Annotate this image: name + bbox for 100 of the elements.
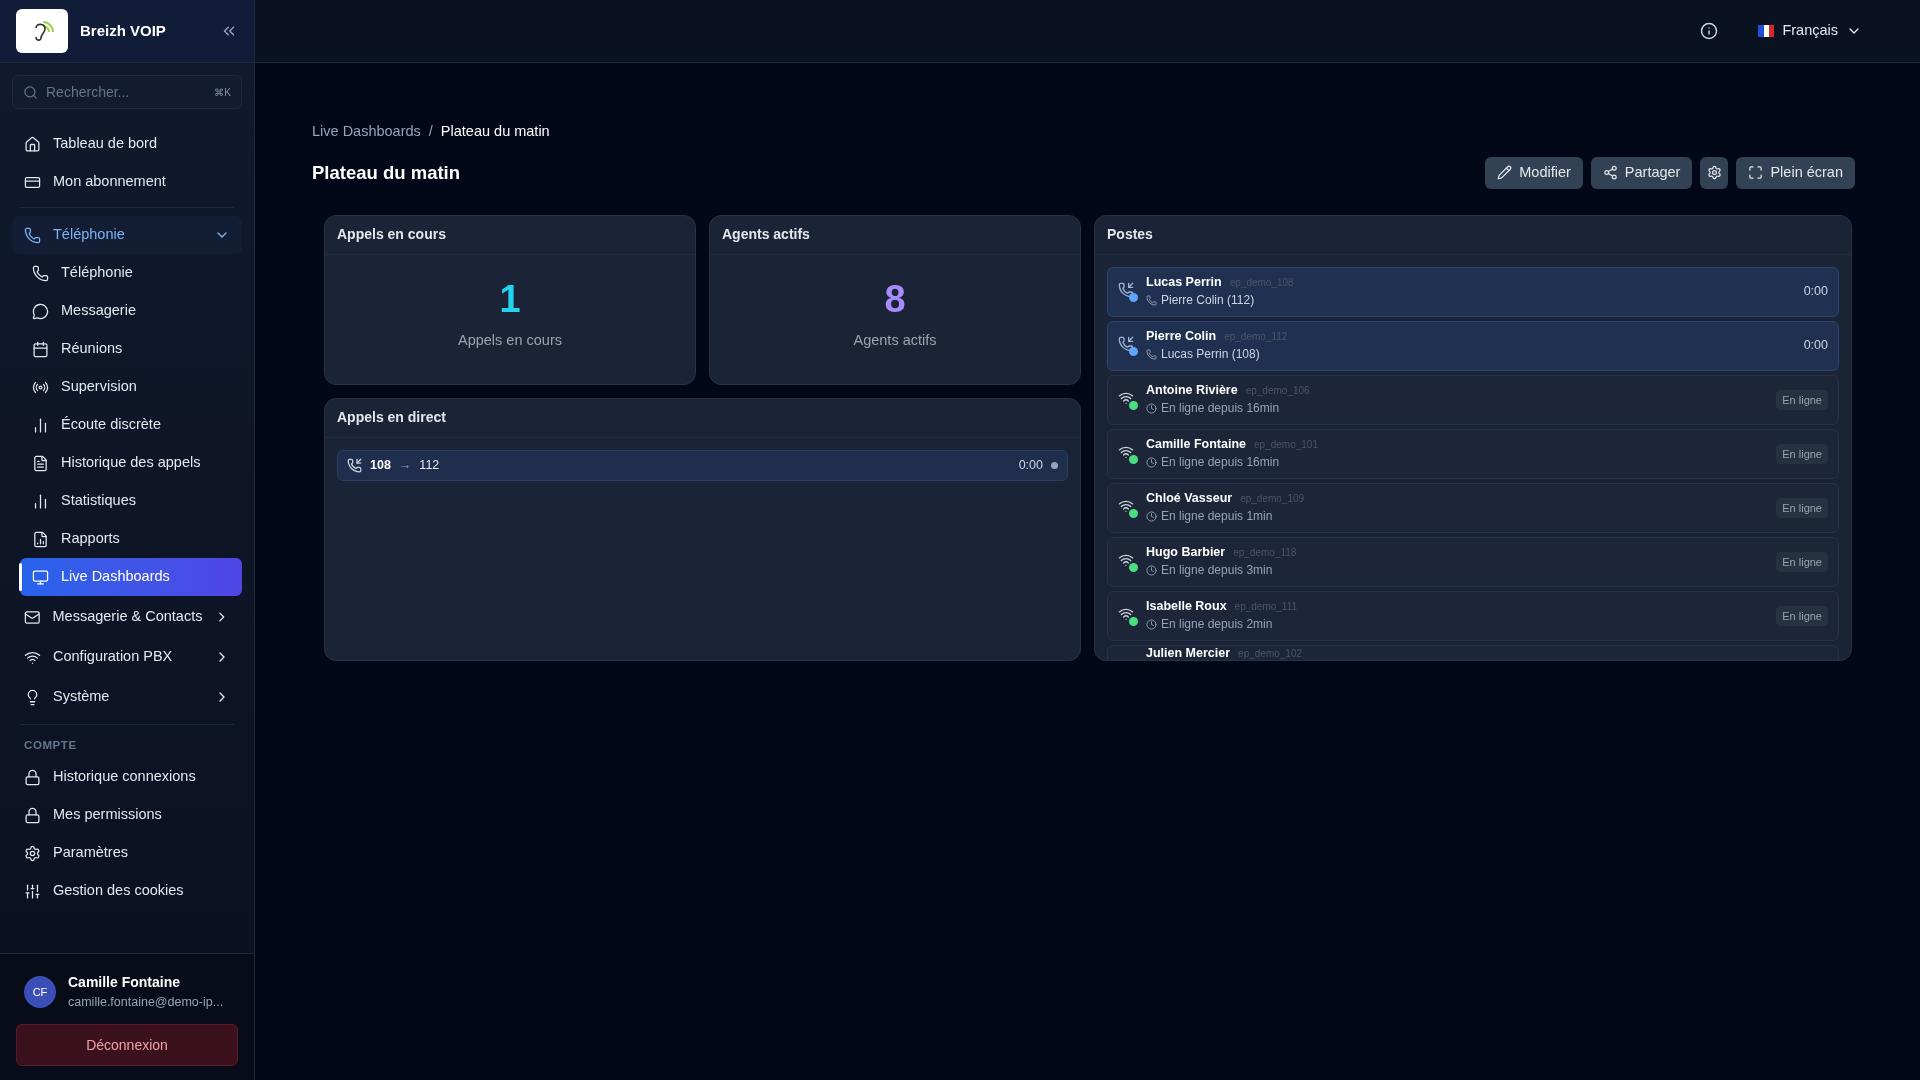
lock-icon [24,768,41,786]
settings-button[interactable] [1700,156,1729,189]
widget-title: Appels en cours [325,215,695,255]
chat-icon [32,302,49,320]
status-detail: En ligne depuis 16min [1161,401,1280,417]
bar-chart-icon [32,416,49,434]
status-detail: En ligne depuis 1min [1161,509,1273,525]
calendar-icon [32,340,49,358]
flag-icon [1758,25,1775,37]
arrow-glyph: → [398,456,412,474]
page-title: Plateau du matin [312,160,462,185]
call-from: 108 [370,456,391,474]
status-badge: En ligne [1776,443,1828,464]
breadcrumb-item: Plateau du matin [440,122,550,141]
status-badge: En ligne [1776,497,1828,518]
report-icon [32,530,49,548]
agent-name: Julien Mercier [1146,645,1231,660]
clock-icon [1146,511,1157,523]
call-duration: 0:00 [1803,337,1828,355]
brand-name: Breizh VOIP [80,20,167,41]
clock-icon [1146,619,1157,631]
settings-icon [1706,165,1722,181]
nav-item[interactable]: Statistiques [20,482,242,520]
phone-icon [32,264,49,282]
nav-item[interactable]: Historique des appels [20,444,242,482]
clock-icon [1146,457,1157,469]
nav-item[interactable]: Mes permissions [12,796,242,835]
agent-name: Pierre Colin [1146,329,1217,346]
status-badge: En ligne [1776,551,1828,572]
nav-item[interactable]: Réunions [20,330,242,368]
stat-label: Appels en cours [458,331,562,351]
stat-label: Agents actifs [853,331,937,351]
home-icon [24,135,41,153]
clock-icon [1146,403,1157,415]
edit-button[interactable]: Modifier [1485,156,1583,189]
search-input[interactable]: Rechercher... [46,81,207,103]
sliders-icon [24,882,41,900]
nav-item[interactable]: Écoute discrète [20,406,242,444]
status-detail: En ligne depuis 2min [1161,617,1273,633]
phone-icon [1146,349,1157,361]
nav-item[interactable]: Rapports [20,520,242,558]
status-detail: Pierre Colin (112) [1161,293,1255,309]
nav-group[interactable]: Système [12,678,242,716]
call-duration: 0:00 [1803,283,1828,301]
call-duration: 0:00 [1018,456,1043,474]
nav-item[interactable]: Messagerie [20,292,242,330]
monitor-icon [32,568,49,586]
settings-icon [24,844,41,862]
status-detail: Lucas Perrin (108) [1161,347,1260,363]
phone-status-icon [1118,335,1138,356]
nav-item[interactable]: Live Dashboards [20,558,242,596]
logout-button[interactable]: Déconnexion [16,1024,238,1066]
nav-item[interactable]: Téléphonie [20,254,242,292]
fullscreen-button[interactable]: Plein écran [1736,156,1855,189]
nav-group[interactable]: Configuration PBX [12,638,242,676]
status-badge: En ligne [1776,389,1828,410]
logo-icon [16,9,68,53]
stat-value: 1 [499,280,521,319]
widget-title: Appels en direct [325,398,1080,438]
nav-item[interactable]: Tableau de bord [12,125,242,163]
agent-name: Lucas Perrin [1146,275,1222,292]
shortcut-hint: ⌘K [214,85,231,100]
section-heading: COMPTE [23,738,78,753]
mail-icon [24,608,41,626]
status-badge: En ligne [1776,605,1828,626]
nav-group[interactable]: Messagerie & Contacts [12,598,242,636]
pencil-icon [1497,165,1513,181]
nav-item[interactable]: Gestion des cookies [12,872,242,911]
share-button[interactable]: Partager [1590,156,1693,189]
call-row[interactable]: 108 → 112 0:00 [337,449,1068,481]
breadcrumb-separator: / [428,122,433,141]
clock-icon [1146,565,1157,577]
breadcrumb-item[interactable]: Live Dashboards [312,121,421,143]
language-selector[interactable]: Français [1758,20,1862,42]
nav-group[interactable]: Téléphonie [12,216,242,254]
status-detail: En ligne depuis 16min [1161,455,1280,471]
incoming-call-icon [347,457,362,473]
lock-icon [24,806,41,824]
nav-item[interactable]: Paramètres [12,834,242,873]
status-detail: En ligne depuis 3min [1161,563,1273,579]
document-icon [32,454,49,472]
user-avatar: CF [24,976,56,1009]
agent-name: Chloé Vasseur [1146,491,1233,508]
search-icon [23,84,38,100]
nav-item[interactable]: Mon abonnement [12,163,242,201]
bar-chart-icon [32,492,49,510]
phone-status-icon [1118,281,1138,302]
call-to: 112 [419,456,441,474]
nav-item[interactable]: Historique connexions [12,758,242,797]
agent-name: Isabelle Roux [1146,599,1227,616]
search-field[interactable]: Rechercher... ⌘K [12,75,242,109]
agent-name: Antoine Rivière [1146,383,1238,400]
info-icon[interactable] [1700,22,1719,40]
nav-item[interactable]: Supervision [20,368,242,406]
widget-title: Agents actifs [710,215,1080,255]
stat-value: 8 [884,280,906,319]
user-email: camille.fontaine@demo-ip... [68,994,224,1012]
fullscreen-icon [1748,165,1764,181]
user-name: Camille Fontaine [68,973,182,993]
agent-name: Camille Fontaine [1146,437,1247,454]
